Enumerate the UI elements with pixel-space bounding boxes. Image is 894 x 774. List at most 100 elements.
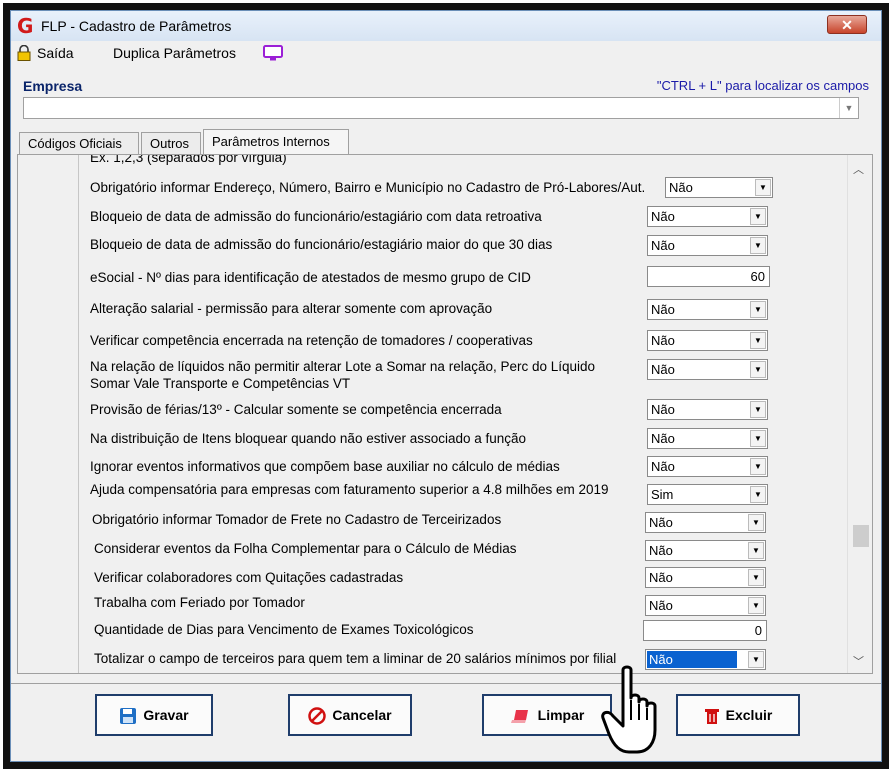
select-value: Não — [651, 431, 675, 446]
chevron-down-icon[interactable]: ▼ — [750, 208, 766, 225]
menu-duplica-parametros[interactable]: Duplica Parâmetros — [113, 45, 236, 61]
chevron-down-icon[interactable]: ▼ — [750, 401, 766, 418]
cancelar-label: Cancelar — [332, 707, 392, 723]
select-value: Sim — [651, 487, 674, 502]
input-exames-toxicologicos[interactable]: 0 — [643, 620, 767, 641]
window-title: FLP - Cadastro de Parâmetros — [41, 18, 232, 34]
chevron-down-icon[interactable]: ▼ — [755, 179, 771, 196]
select-tomador-frete[interactable]: Não ▼ — [645, 512, 766, 533]
chevron-down-icon[interactable]: ▼ — [748, 597, 764, 614]
tab-label: Outros — [150, 136, 190, 151]
chevron-down-icon[interactable]: ﹀ — [853, 653, 864, 669]
row-label-bloqueio-30-dias: Bloqueio de data de admissão do funcioná… — [90, 237, 553, 252]
row-label-relacao-liquidos: Na relação de líquidos não permitir alte… — [90, 359, 596, 374]
chevron-up-icon[interactable]: ︿ — [853, 161, 864, 177]
app-logo-icon: G — [17, 14, 34, 38]
empresa-label: Empresa — [23, 78, 83, 94]
empresa-select[interactable]: ▼ — [23, 97, 859, 119]
row-label-tomador-frete: Obrigatório informar Tomador de Frete no… — [92, 512, 502, 527]
gravar-button[interactable]: Gravar — [95, 694, 213, 736]
tab-outros[interactable]: Outros — [141, 132, 201, 154]
chevron-down-icon[interactable]: ▼ — [750, 361, 766, 378]
select-feriado-tomador[interactable]: Não ▼ — [645, 595, 766, 616]
select-provisao-ferias[interactable]: Não ▼ — [647, 399, 768, 420]
tab-strip: Códigos Oficiais Outros Parâmetros Inter… — [17, 129, 877, 155]
row-label-exemplo: Ex. 1,2,3 (separados por vírgula) — [90, 154, 287, 165]
chevron-down-icon[interactable]: ▼ — [750, 237, 766, 254]
chevron-down-icon[interactable]: ▼ — [750, 486, 766, 503]
limpar-button[interactable]: Limpar — [482, 694, 612, 736]
excluir-label: Excluir — [725, 707, 773, 723]
row-label-quitacoes: Verificar colaboradores com Quitações ca… — [94, 570, 404, 585]
chevron-down-icon[interactable]: ▼ — [750, 458, 766, 475]
app-window: G FLP - Cadastro de Parâmetros ✕ Saída D… — [10, 10, 882, 762]
eraser-icon — [510, 710, 528, 724]
select-relacao-liquidos[interactable]: Não ▼ — [647, 359, 768, 380]
trash-icon — [704, 709, 719, 725]
menu-saida[interactable]: Saída — [37, 45, 74, 61]
menu-bar: Saída Duplica Parâmetros — [11, 41, 881, 67]
chevron-down-icon[interactable]: ▼ — [839, 98, 858, 118]
select-value: Não — [651, 209, 675, 224]
tab-label: Códigos Oficiais — [28, 136, 122, 151]
select-value: Não — [649, 543, 673, 558]
monitor-icon[interactable] — [263, 45, 283, 62]
select-quitacoes[interactable]: Não ▼ — [645, 567, 766, 588]
tab-parametros-internos[interactable]: Parâmetros Internos — [203, 129, 349, 155]
excluir-button[interactable]: Excluir — [676, 694, 800, 736]
floppy-disk-icon — [120, 708, 137, 725]
row-label-eventos-informativos: Ignorar eventos informativos que compõem… — [90, 459, 560, 474]
cancelar-button[interactable]: Cancelar — [288, 694, 412, 736]
row-label-competencia-encerrada: Verificar competência encerrada na reten… — [90, 333, 533, 348]
chevron-down-icon[interactable]: ▼ — [748, 569, 764, 586]
select-eventos-informativos[interactable]: Não ▼ — [647, 456, 768, 477]
limpar-label: Limpar — [537, 707, 585, 723]
row-label-exames-toxicologicos: Quantidade de Dias para Vencimento de Ex… — [94, 622, 474, 637]
input-esocial-dias[interactable]: 60 — [647, 266, 770, 287]
close-button[interactable]: ✕ — [827, 15, 867, 34]
parametros-panel: Ex. 1,2,3 (separados por vírgula) Obriga… — [17, 154, 873, 674]
select-value: Não — [649, 598, 673, 613]
scroll-thumb[interactable] — [853, 525, 869, 547]
chevron-down-icon[interactable]: ▼ — [748, 651, 764, 668]
vertical-scrollbar[interactable]: ︿ ﹀ — [847, 155, 872, 673]
select-value: Não — [651, 238, 675, 253]
cancel-icon — [308, 707, 327, 726]
select-competencia-encerrada[interactable]: Não ▼ — [647, 330, 768, 351]
select-value: Não — [651, 459, 675, 474]
row-label-endereco-obrigatorio: Obrigatório informar Endereço, Número, B… — [90, 180, 646, 195]
select-ajuda-compensatoria[interactable]: Sim ▼ — [647, 484, 768, 505]
chevron-down-icon[interactable]: ▼ — [748, 542, 764, 559]
row-label-provisao-ferias: Provisão de férias/13º - Calcular soment… — [90, 402, 502, 417]
row-label-alteracao-salarial: Alteração salarial - permissão para alte… — [90, 301, 493, 316]
row-label-totalizar-terceiros: Totalizar o campo de terceiros para quem… — [94, 651, 617, 666]
select-value: Não — [651, 362, 675, 377]
select-value: Não — [649, 570, 673, 585]
row-label-ajuda-compensatoria: Ajuda compensatória para empresas com fa… — [90, 482, 609, 497]
chevron-down-icon[interactable]: ▼ — [750, 430, 766, 447]
row-label-relacao-liquidos-2: Somar Vale Transporte e Competências VT — [90, 376, 351, 391]
button-bar: Gravar Cancelar Limpar Excluir — [11, 683, 881, 762]
row-label-distribuicao-itens: Na distribuição de Itens bloquear quando… — [90, 431, 527, 446]
select-value: Não — [651, 333, 675, 348]
select-folha-complementar[interactable]: Não ▼ — [645, 540, 766, 561]
chevron-down-icon[interactable]: ▼ — [750, 332, 766, 349]
tab-label: Parâmetros Internos — [212, 134, 330, 149]
select-distribuicao-itens[interactable]: Não ▼ — [647, 428, 768, 449]
row-label-esocial-dias: eSocial - Nº dias para identificação de … — [90, 270, 531, 285]
select-alteracao-salarial[interactable]: Não ▼ — [647, 299, 768, 320]
select-value: Não — [651, 402, 675, 417]
select-bloqueio-retroativa[interactable]: Não ▼ — [647, 206, 768, 227]
select-endereco-obrigatorio[interactable]: Não ▼ — [665, 177, 773, 198]
ctrl-l-hint: "CTRL + L" para localizar os campos — [656, 78, 869, 93]
gravar-label: Gravar — [143, 707, 189, 723]
select-value: Não — [669, 180, 693, 195]
select-bloqueio-30-dias[interactable]: Não ▼ — [647, 235, 768, 256]
select-value: Não — [649, 515, 673, 530]
tab-codigos-oficiais[interactable]: Códigos Oficiais — [19, 132, 139, 154]
chevron-down-icon[interactable]: ▼ — [750, 301, 766, 318]
row-label-bloqueio-retroativa: Bloqueio de data de admissão do funcioná… — [90, 209, 542, 224]
row-label-feriado-tomador: Trabalha com Feriado por Tomador — [94, 595, 305, 610]
chevron-down-icon[interactable]: ▼ — [748, 514, 764, 531]
indent-guide — [78, 155, 79, 673]
